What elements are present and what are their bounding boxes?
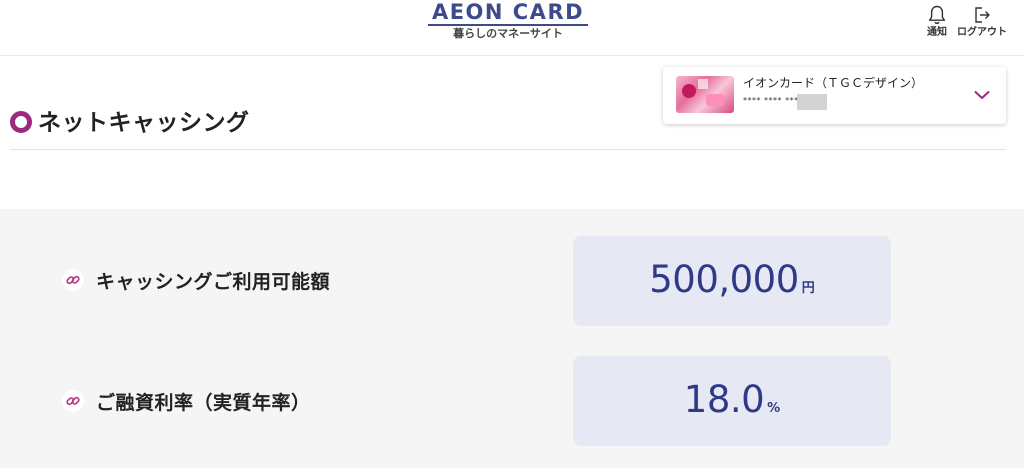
- bell-icon: [928, 5, 946, 24]
- available-amount-unit: 円: [801, 281, 815, 296]
- chevron-down-icon[interactable]: [973, 86, 991, 104]
- logout-button[interactable]: ログアウト: [955, 4, 1009, 39]
- card-number: **** **** ****: [743, 96, 804, 105]
- card-selector-dropdown[interactable]: イオンカード（ＴＧＣデザイン） **** **** ****: [663, 67, 1006, 124]
- notify-button[interactable]: 通知: [922, 4, 952, 39]
- interest-rate-unit: %: [767, 401, 781, 416]
- card-image: [676, 76, 734, 113]
- card-name: イオンカード（ＴＧＣデザイン）: [743, 76, 924, 90]
- ring-icon: [10, 111, 32, 133]
- interest-rate-label-text: ご融資利率（実質年率）: [96, 391, 311, 414]
- page-title: ネットキャッシング: [10, 103, 250, 137]
- link-icon: [62, 390, 84, 412]
- page-title-text: ネットキャッシング: [38, 110, 250, 136]
- card-number-redaction: [797, 94, 827, 110]
- title-divider: [10, 149, 1006, 150]
- link-icon: [62, 269, 84, 291]
- logo-sub-text: 暮らしのマネーサイト: [453, 27, 563, 40]
- interest-rate-label: ご融資利率（実質年率）: [62, 387, 311, 415]
- available-amount-value: 500,000 円: [573, 236, 891, 326]
- interest-rate-number: 18.0: [683, 378, 765, 421]
- available-amount-label: キャッシングご利用可能額: [62, 266, 330, 294]
- logo-underline: [428, 24, 588, 26]
- header: AEON CARD 暮らしのマネーサイト 通知 ログアウト: [0, 0, 1024, 56]
- aeon-card-logo[interactable]: AEON CARD 暮らしのマネーサイト: [424, 0, 592, 44]
- logout-icon: [975, 7, 990, 23]
- available-amount-number: 500,000: [649, 258, 799, 301]
- available-amount-label-text: キャッシングご利用可能額: [96, 270, 331, 293]
- logo-main-text: AEON CARD: [431, 0, 585, 24]
- logout-label: ログアウト: [957, 27, 1007, 38]
- interest-rate-value: 18.0 %: [573, 356, 891, 446]
- notify-label: 通知: [927, 27, 947, 38]
